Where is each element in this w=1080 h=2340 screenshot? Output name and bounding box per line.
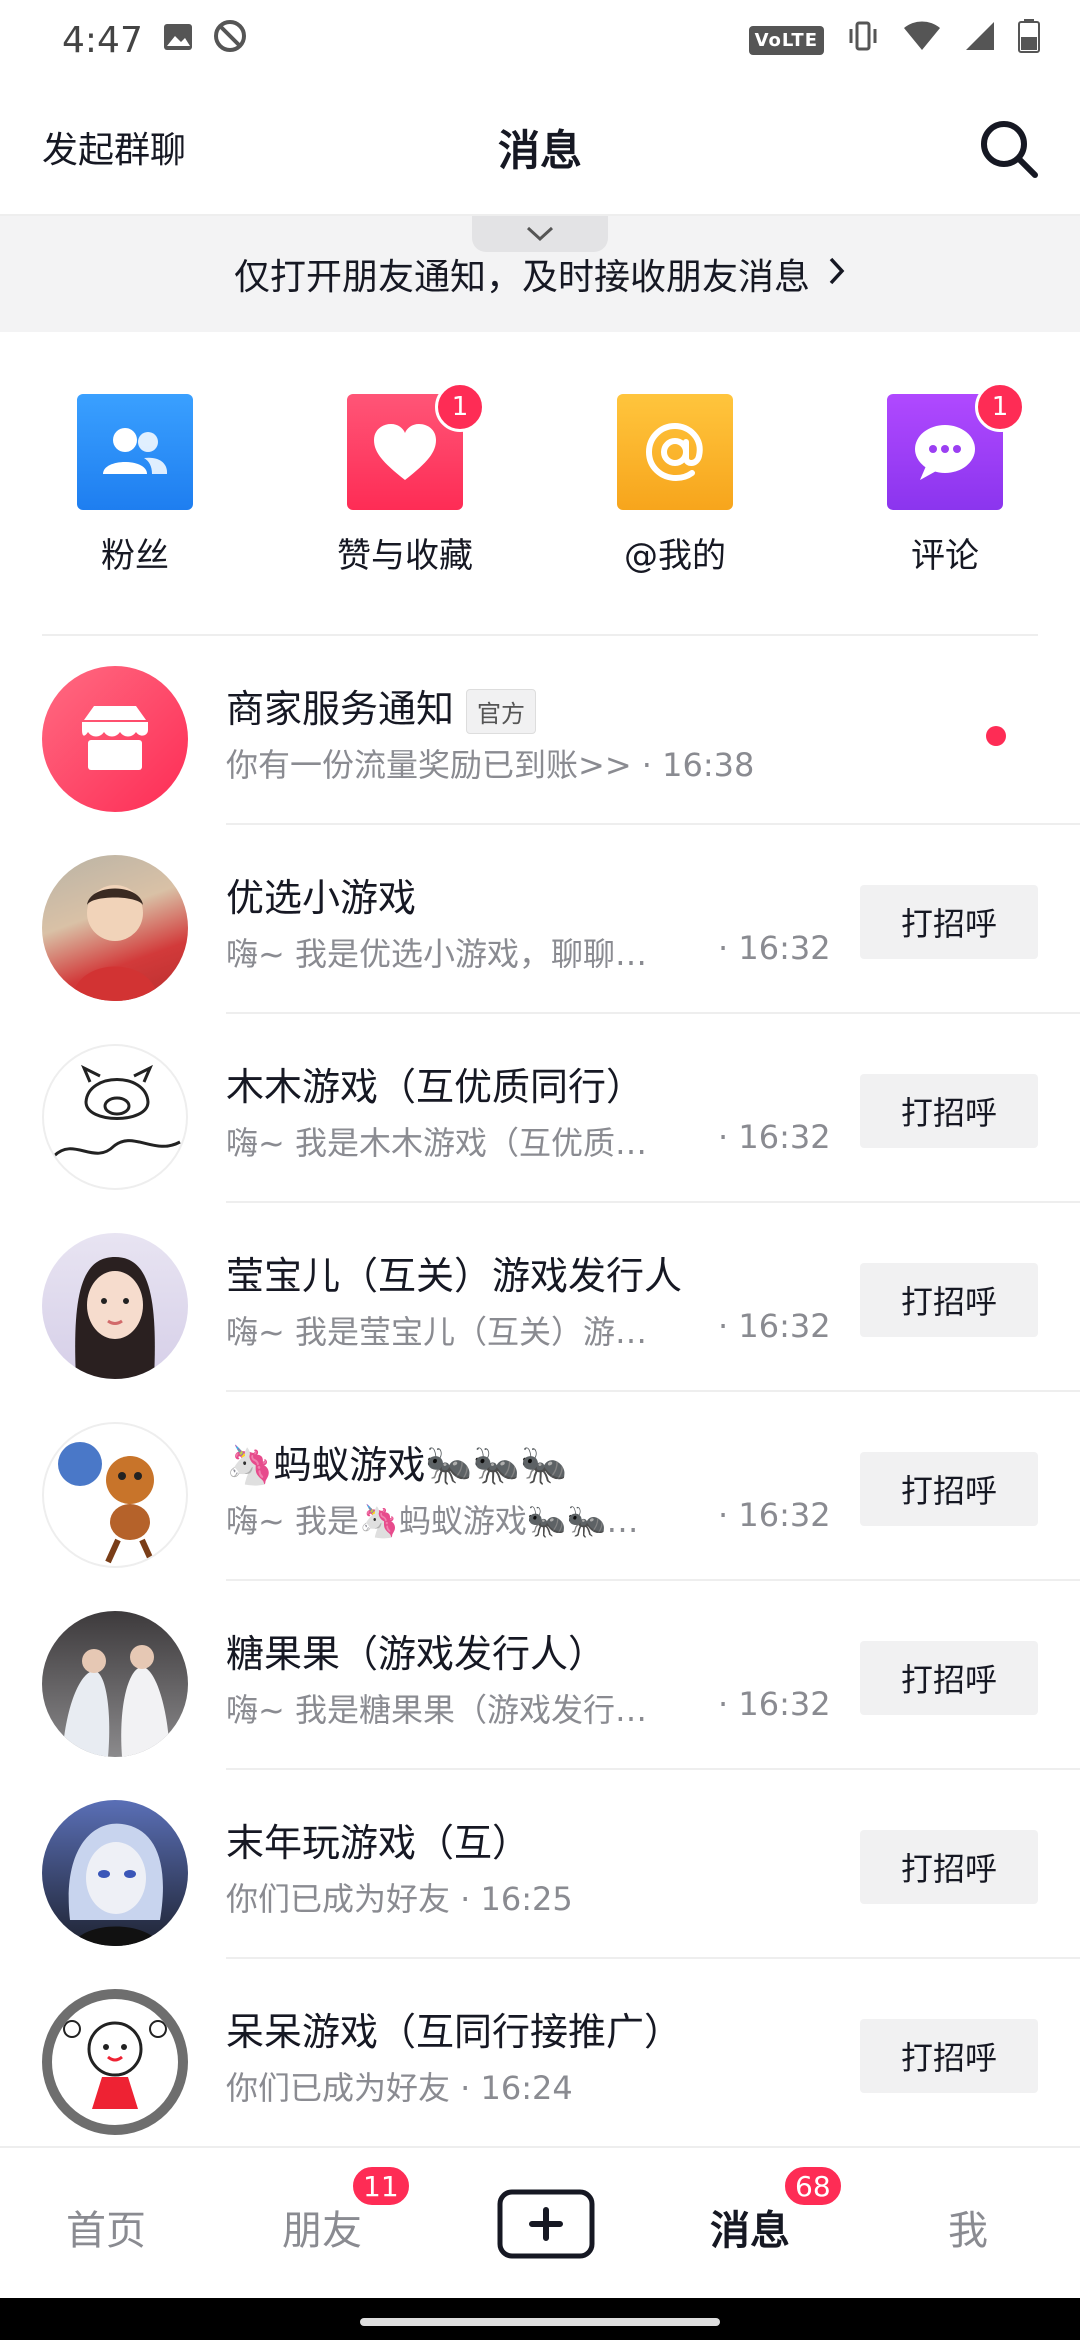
page-title: 消息 [497,125,582,175]
banner-text: 仅打开朋友通知，及时接收朋友消息 [233,257,810,298]
signal-icon [964,20,996,61]
vibrate-icon [846,19,880,62]
comments-entry[interactable]: 1 评论 [845,382,1045,577]
contact-name: 木木游戏（互优质同行） [226,1065,645,1109]
status-bar: 4:47 VoLTE [0,0,1080,80]
message-time: · 16:32 [718,1307,831,1345]
tab-home[interactable]: 首页 [66,2198,146,2256]
friend-notification-banner[interactable]: 仅打开朋友通知，及时接收朋友消息 [0,216,1080,332]
unread-dot [986,726,1006,746]
avatar [42,1422,188,1568]
messages-badge: 68 [782,2164,844,2208]
contact-name: 糖果果（游戏发行人） [226,1632,607,1676]
likes-label: 赞与收藏 [337,536,473,576]
contact-name: 莹宝儿（互关）游戏发行人 [226,1254,683,1298]
likes-badge: 1 [435,382,485,432]
message-preview: 嗨~ 我是木木游戏（互优质… [226,1124,647,1162]
avatar [42,1989,188,2135]
mentions-label: @我的 [624,536,726,576]
chevron-down-icon [526,226,554,242]
official-message: 你有一份流量奖励已到账>> · 16:38 [226,746,755,784]
create-button[interactable] [494,2188,598,2260]
comments-badge: 1 [975,382,1025,432]
tab-messages[interactable]: 消息 [710,2198,790,2256]
bottom-tab-bar: 首页 朋友 11 消息 68 我 [0,2146,1080,2298]
list-item[interactable]: 糖果果（游戏发行人） 嗨~ 我是糖果果（游戏发行… · 16:32 打招呼 [0,1581,1080,1770]
quick-entries: 粉丝 1 赞与收藏 @我的 1 评论 [0,332,1080,634]
message-time: · 16:32 [718,1496,831,1534]
shop-icon [42,666,188,812]
official-notice-row[interactable]: 商家服务通知 官方 你有一份流量奖励已到账>> · 16:38 [0,636,1080,825]
likes-entry[interactable]: 1 赞与收藏 [305,382,505,577]
message-time: · 16:32 [718,1118,831,1156]
contact-name: 🦄蚂蚁游戏🐜🐜🐜 [226,1443,568,1487]
status-time: 4:47 [62,19,143,61]
say-hello-button[interactable]: 打招呼 [860,1641,1038,1715]
message-preview: 你们已成为好友 · 16:25 [226,1880,573,1918]
mentions-entry[interactable]: @我的 [575,394,775,577]
list-item[interactable]: 🦄蚂蚁游戏🐜🐜🐜 嗨~ 我是🦄蚂蚁游戏🐜🐜… · 16:32 打招呼 [0,1392,1080,1581]
volte-indicator: VoLTE [748,25,824,55]
list-item[interactable]: 莹宝儿（互关）游戏发行人 嗨~ 我是莹宝儿（互关）游… · 16:32 打招呼 [0,1203,1080,1392]
message-time: · 16:32 [718,1685,831,1723]
list-item[interactable]: 呆呆游戏（互同行接推广） 你们已成为好友 · 16:24 打招呼 [0,1959,1080,2148]
chevron-right-icon [828,254,846,295]
message-time: · 16:32 [718,929,831,967]
message-preview: 嗨~ 我是糖果果（游戏发行… [226,1691,647,1729]
list-item[interactable]: 末年玩游戏（互） 你们已成为好友 · 16:25 打招呼 [0,1770,1080,1959]
collapse-handle[interactable] [472,216,608,252]
official-tag: 官方 [466,689,537,734]
say-hello-button[interactable]: 打招呼 [860,885,1038,959]
avatar [42,1233,188,1379]
at-sign-icon [617,394,733,510]
search-icon[interactable] [978,118,1040,180]
official-name: 商家服务通知 官方 [226,678,537,734]
message-preview: 嗨~ 我是🦄蚂蚁游戏🐜🐜… [226,1502,639,1540]
avatar [42,1044,188,1190]
heart-icon: 1 [347,382,485,510]
contact-name: 呆呆游戏（互同行接推广） [226,2010,683,2054]
system-nav-bar [0,2298,1080,2340]
say-hello-button[interactable]: 打招呼 [860,1263,1038,1337]
say-hello-button[interactable]: 打招呼 [860,1074,1038,1148]
avatar [42,1800,188,1946]
comments-label: 评论 [911,536,979,576]
image-icon [163,20,193,60]
avatar [42,1611,188,1757]
tab-friends[interactable]: 朋友 [282,2198,362,2256]
say-hello-button[interactable]: 打招呼 [860,1830,1038,1904]
list-item[interactable]: 木木游戏（互优质同行） 嗨~ 我是木木游戏（互优质… · 16:32 打招呼 [0,1014,1080,1203]
do-not-disturb-icon [213,19,247,62]
list-item[interactable]: 优选小游戏 嗨~ 我是优选小游戏，聊聊… · 16:32 打招呼 [0,825,1080,1014]
say-hello-button[interactable]: 打招呼 [860,2019,1038,2093]
home-indicator[interactable] [360,2318,720,2326]
message-preview: 你们已成为好友 · 16:24 [226,2069,573,2107]
fans-icon [77,394,193,510]
message-preview: 嗨~ 我是莹宝儿（互关）游… [226,1313,647,1351]
comment-bubble-icon: 1 [887,382,1025,510]
message-preview: 嗨~ 我是优选小游戏，聊聊… [226,935,647,973]
wifi-icon [902,20,942,61]
avatar [42,855,188,1001]
tab-me[interactable]: 我 [948,2198,988,2256]
contact-name: 优选小游戏 [226,876,417,920]
fans-entry[interactable]: 粉丝 [35,394,235,577]
friends-badge: 11 [350,2164,412,2208]
battery-icon [1018,18,1040,62]
contact-name: 末年玩游戏（互） [226,1821,531,1865]
fans-label: 粉丝 [101,536,169,576]
say-hello-button[interactable]: 打招呼 [860,1452,1038,1526]
top-header: 发起群聊 消息 [0,80,1080,216]
